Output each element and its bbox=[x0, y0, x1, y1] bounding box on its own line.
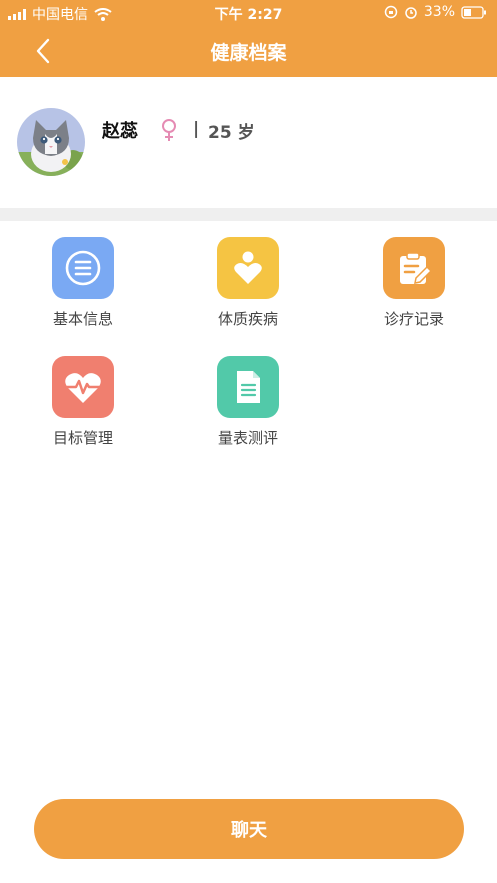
menu-label-records: 诊疗记录 bbox=[383, 310, 444, 328]
heart-pulse-icon bbox=[65, 373, 101, 403]
app-header: 中国电信 下午 2:27 33% 健康档案 bbox=[0, 0, 497, 77]
clipboard-edit-icon bbox=[400, 252, 433, 284]
info-separator: | bbox=[193, 119, 200, 139]
menu-basic-info[interactable]: 基本信息 bbox=[23, 237, 143, 329]
lock-rotation-icon bbox=[384, 5, 398, 19]
menu-label-assessment: 量表测评 bbox=[217, 429, 278, 447]
assessment-tile-bg bbox=[217, 356, 279, 418]
battery-icon bbox=[461, 5, 486, 19]
document-icon bbox=[237, 371, 260, 403]
section-divider bbox=[0, 208, 497, 221]
records-tile-bg bbox=[383, 237, 445, 299]
menu-label-basic-info: 基本信息 bbox=[52, 310, 113, 328]
avatar[interactable] bbox=[17, 108, 85, 176]
user-name: 赵蕊 bbox=[102, 121, 138, 142]
battery-percent: 33% bbox=[423, 4, 455, 20]
menu-label-goal: 目标管理 bbox=[52, 429, 113, 447]
menu-scale-assessment[interactable]: 量表测评 bbox=[188, 356, 308, 448]
status-right: 33% bbox=[384, 4, 487, 20]
menu-constitution-disease[interactable]: 体质疾病 bbox=[188, 237, 308, 329]
alarm-icon bbox=[405, 7, 417, 19]
list-icon bbox=[65, 250, 101, 286]
chat-button[interactable]: 聊天 bbox=[34, 799, 464, 859]
goal-tile-bg bbox=[52, 356, 114, 418]
user-age: 25 岁 bbox=[208, 123, 255, 143]
basic-info-tile-bg bbox=[52, 237, 114, 299]
person-heart-icon bbox=[234, 251, 262, 284]
menu-goal-management[interactable]: 目标管理 bbox=[23, 356, 143, 448]
navigation-bar: 健康档案 bbox=[0, 26, 497, 77]
constitution-tile-bg bbox=[217, 237, 279, 299]
profile-card: 赵蕊 | 25 岁 bbox=[0, 77, 497, 208]
menu-treatment-records[interactable]: 诊疗记录 bbox=[354, 237, 474, 329]
menu-label-constitution: 体质疾病 bbox=[217, 310, 278, 328]
female-icon bbox=[162, 119, 176, 141]
cat-avatar-image bbox=[17, 108, 85, 176]
status-bar: 中国电信 下午 2:27 33% bbox=[0, 0, 497, 26]
page-title: 健康档案 bbox=[210, 42, 287, 64]
